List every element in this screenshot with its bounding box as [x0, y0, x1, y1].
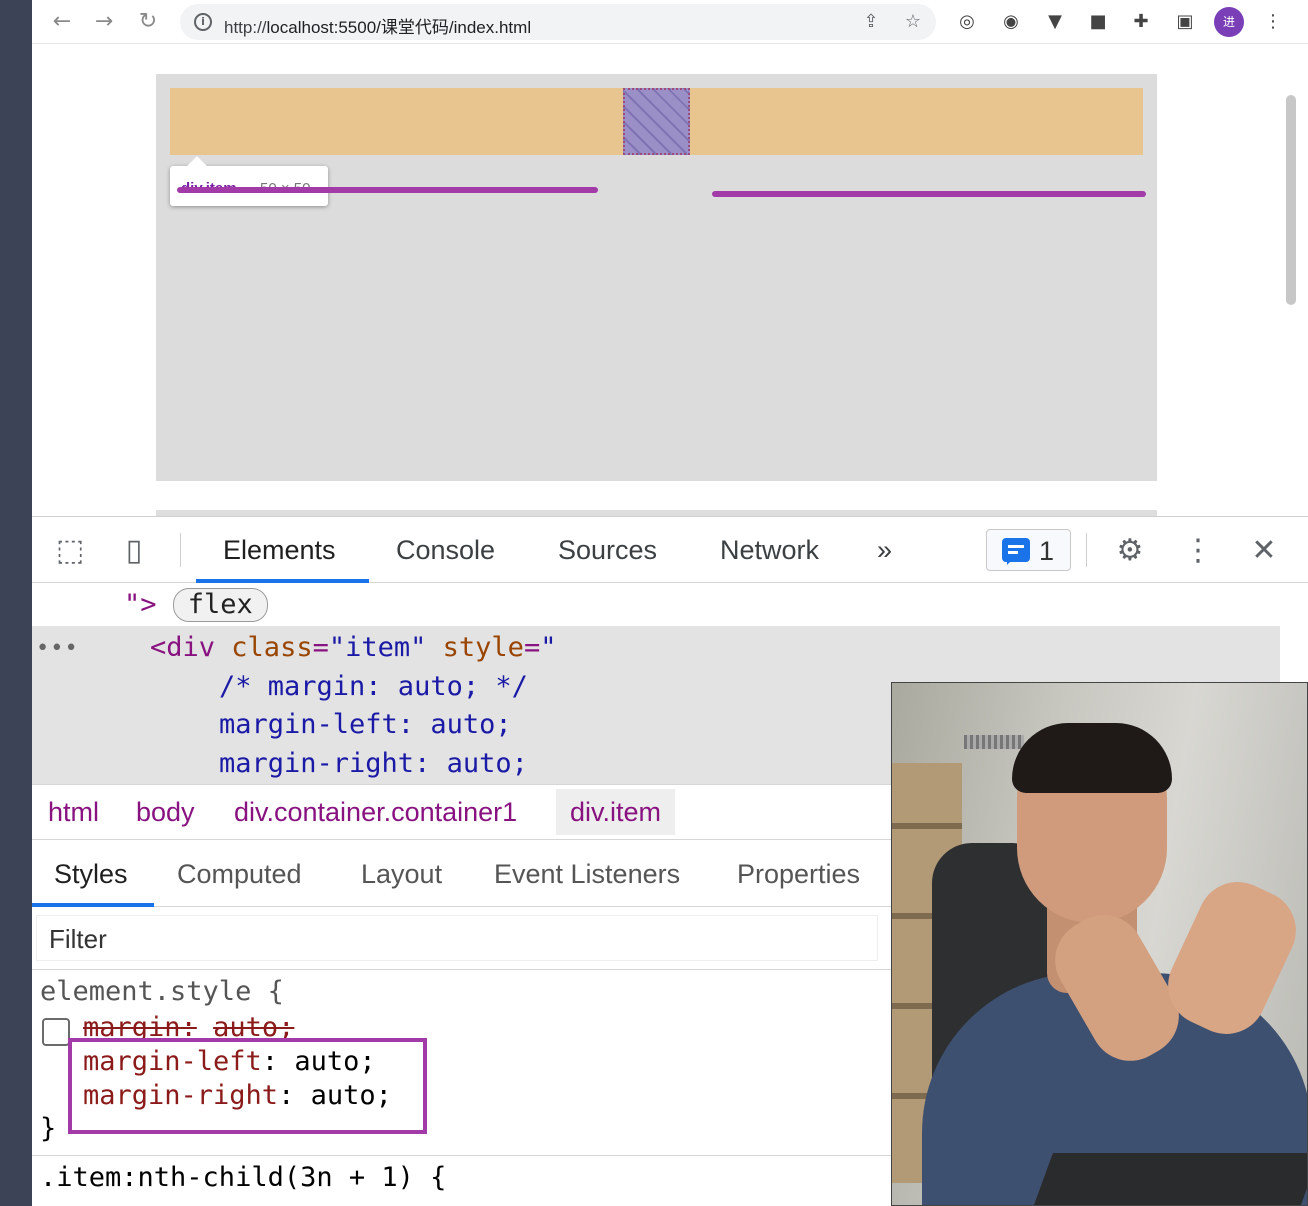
- info-icon[interactable]: i: [194, 13, 212, 31]
- tab-styles[interactable]: Styles: [54, 859, 128, 890]
- url-scheme: http://: [224, 18, 267, 37]
- dom-node[interactable]: <div class="item" style=": [150, 632, 556, 663]
- back-arrow-icon[interactable]: ←: [48, 8, 76, 36]
- chat-icon: [1002, 538, 1030, 565]
- password-extension-icon[interactable]: ◉: [998, 9, 1024, 35]
- browser-toolbar: ← → ↻ i http://localhost:5500/课堂代码/index…: [32, 0, 1308, 44]
- url-text[interactable]: http://localhost:5500/课堂代码/index.html: [224, 13, 531, 38]
- flex-container: div.item 50 × 50: [156, 74, 1157, 481]
- style-selector: element.style {: [40, 976, 284, 1007]
- star-icon[interactable]: ☆: [902, 11, 924, 33]
- tab-sources[interactable]: Sources: [558, 535, 657, 566]
- tab-console[interactable]: Console: [396, 535, 495, 566]
- breadcrumb-item[interactable]: div.item: [556, 789, 676, 835]
- style-close-brace: }: [40, 1113, 57, 1144]
- kebab-menu-icon[interactable]: ⋮: [1260, 9, 1286, 35]
- dom-line: "> flex: [124, 588, 268, 622]
- style-selector: .item:nth-child(3n + 1) {: [40, 1162, 447, 1193]
- url-host: localhost:5500/课堂代码/index.html: [266, 18, 532, 37]
- puzzle-icon[interactable]: ✚: [1128, 9, 1154, 35]
- desktop-edge: [0, 0, 32, 1206]
- annotation-box: [68, 1038, 427, 1134]
- property-checkbox[interactable]: [42, 1018, 70, 1046]
- breadcrumb-body[interactable]: body: [136, 797, 195, 828]
- tab-properties[interactable]: Properties: [737, 859, 860, 890]
- tab-network[interactable]: Network: [720, 535, 819, 566]
- dom-style-line: /* margin: auto; */: [219, 671, 528, 702]
- camera-extension-icon[interactable]: ◎: [954, 9, 980, 35]
- annotation-line-right: [712, 191, 1146, 197]
- flex-row-highlight: [170, 88, 1143, 155]
- issues-button[interactable]: 1: [986, 529, 1071, 571]
- more-tabs-icon[interactable]: »: [877, 535, 892, 566]
- kebab-menu-icon[interactable]: ⋮: [1178, 531, 1218, 571]
- styles-pane: element.style { margin: auto; margin-lef…: [32, 970, 892, 1206]
- inspect-element-icon[interactable]: ⬚: [50, 531, 90, 571]
- vue-extension-icon[interactable]: ▼: [1042, 9, 1068, 35]
- breadcrumb-html[interactable]: html: [48, 797, 99, 828]
- webcam-overlay: [891, 682, 1308, 1206]
- dom-style-line: margin-right: auto;: [219, 748, 528, 779]
- reload-icon[interactable]: ↻: [134, 8, 162, 36]
- inspect-tooltip: div.item 50 × 50: [170, 156, 328, 206]
- tab-elements[interactable]: Elements: [223, 535, 336, 566]
- share-icon[interactable]: ⇪: [860, 11, 882, 33]
- device-toolbar-icon[interactable]: ▯: [114, 531, 154, 571]
- styles-subtabs: Styles Computed Layout Event Listeners P…: [32, 841, 892, 907]
- dom-style-line: margin-left: auto;: [219, 709, 512, 740]
- tab-computed[interactable]: Computed: [177, 859, 302, 890]
- page-viewport: div.item 50 × 50: [32, 45, 1308, 516]
- flex-badge[interactable]: flex: [172, 588, 268, 622]
- settings-gear-icon[interactable]: ⚙: [1110, 531, 1150, 571]
- issues-count: 1: [1039, 536, 1055, 566]
- sidepanel-icon[interactable]: ▣: [1172, 9, 1198, 35]
- avatar[interactable]: 进: [1214, 7, 1244, 37]
- address-bar[interactable]: i http://localhost:5500/课堂代码/index.html …: [180, 4, 936, 40]
- ghost-extension-icon[interactable]: ■: [1085, 9, 1111, 35]
- breadcrumb: html body div.container.container1 div.i…: [32, 784, 892, 840]
- close-icon[interactable]: ✕: [1244, 531, 1284, 571]
- filter-placeholder: Filter: [49, 924, 107, 954]
- tab-event-listeners[interactable]: Event Listeners: [494, 859, 680, 890]
- filter-input[interactable]: Filter: [36, 915, 878, 961]
- breadcrumb-container[interactable]: div.container.container1: [234, 797, 517, 828]
- annotation-line-left: [177, 187, 598, 193]
- forward-arrow-icon[interactable]: →: [90, 8, 118, 36]
- ellipsis-icon[interactable]: •••: [36, 636, 79, 661]
- devtools-tabbar: ⬚ ▯ Elements Console Sources Network » 1…: [32, 517, 1308, 583]
- highlighted-item[interactable]: [623, 88, 690, 155]
- page-scrollbar[interactable]: [1286, 95, 1296, 305]
- tab-layout[interactable]: Layout: [361, 859, 442, 890]
